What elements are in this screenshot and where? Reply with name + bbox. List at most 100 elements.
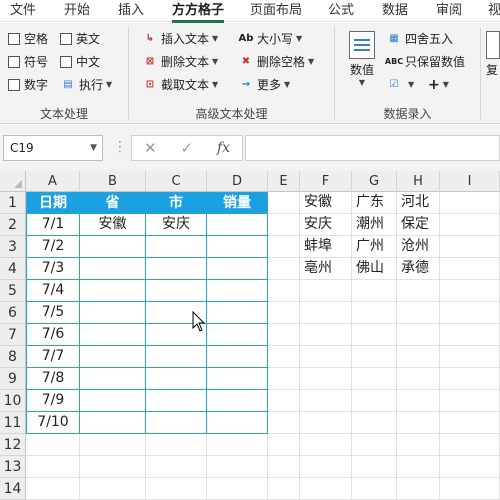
cell-i6[interactable]	[440, 302, 500, 324]
tab-page-layout[interactable]: 页面布局	[250, 0, 302, 22]
cell-a8[interactable]: 7/7	[26, 346, 80, 368]
cell-h12[interactable]	[397, 434, 440, 456]
cell-f3[interactable]: 蚌埠	[300, 236, 352, 258]
cell-d5[interactable]	[207, 280, 268, 302]
extract-text-button[interactable]: ⊡ 截取文本 ▼	[142, 75, 218, 95]
cell-f12[interactable]	[300, 434, 352, 456]
cell-b12[interactable]	[80, 434, 146, 456]
column-header-f[interactable]: F	[300, 171, 352, 192]
tab-home[interactable]: 开始	[64, 0, 90, 22]
cell-b2[interactable]: 安徽	[80, 214, 146, 236]
cell-c10[interactable]	[146, 390, 207, 412]
cell-f6[interactable]	[300, 302, 352, 324]
cell-i7[interactable]	[440, 324, 500, 346]
cell-b10[interactable]	[80, 390, 146, 412]
cell-e13[interactable]	[268, 456, 300, 478]
column-header-e[interactable]: E	[268, 171, 300, 192]
cell-e1[interactable]	[268, 192, 300, 214]
cell-e2[interactable]	[268, 214, 300, 236]
tab-fangfang[interactable]: 方方格子	[172, 0, 225, 23]
cell-a12[interactable]	[26, 434, 80, 456]
cell-d13[interactable]	[207, 456, 268, 478]
cell-d12[interactable]	[207, 434, 268, 456]
cell-a4[interactable]: 7/3	[26, 258, 80, 280]
case-button[interactable]: Ab 大小写 ▼	[238, 29, 303, 49]
keep-value-button[interactable]: ABC 只保留数值	[385, 52, 465, 72]
cell-e9[interactable]	[268, 368, 300, 390]
cell-i11[interactable]	[440, 412, 500, 434]
column-header-i[interactable]: I	[440, 171, 500, 192]
table-header-d[interactable]: 销量	[207, 192, 268, 214]
cell-a10[interactable]: 7/9	[26, 390, 80, 412]
cell-d7[interactable]	[207, 324, 268, 346]
more-button[interactable]: → 更多 ▼	[238, 75, 290, 95]
column-header-g[interactable]: G	[352, 171, 397, 192]
cell-b3[interactable]	[80, 236, 146, 258]
cell-a7[interactable]: 7/6	[26, 324, 80, 346]
cell-a6[interactable]: 7/5	[26, 302, 80, 324]
cell-d14[interactable]	[207, 478, 268, 500]
cell-g6[interactable]	[352, 302, 397, 324]
cell-c2[interactable]: 安庆	[146, 214, 207, 236]
formula-input[interactable]	[245, 135, 500, 161]
cell-f1[interactable]: 安徽	[300, 192, 352, 214]
cell-e5[interactable]	[268, 280, 300, 302]
cell-e11[interactable]	[268, 412, 300, 434]
tab-formulas[interactable]: 公式	[328, 0, 354, 22]
select-all-button[interactable]	[0, 171, 26, 192]
cell-g12[interactable]	[352, 434, 397, 456]
tab-view[interactable]: 视	[488, 0, 500, 22]
cell-c8[interactable]	[146, 346, 207, 368]
cell-g9[interactable]	[352, 368, 397, 390]
cell-h6[interactable]	[397, 302, 440, 324]
checkbox-icon[interactable]	[8, 33, 20, 45]
cell-e7[interactable]	[268, 324, 300, 346]
cell-c12[interactable]	[146, 434, 207, 456]
cell-a3[interactable]: 7/2	[26, 236, 80, 258]
cell-g7[interactable]	[352, 324, 397, 346]
cell-f8[interactable]	[300, 346, 352, 368]
cancel-icon[interactable]: ✕	[144, 139, 157, 157]
checkbox-symbol[interactable]: 符号	[8, 52, 48, 72]
tab-file[interactable]: 文件	[10, 0, 36, 22]
cell-f14[interactable]	[300, 478, 352, 500]
insert-text-button[interactable]: ↳ 插入文本 ▼	[142, 29, 218, 49]
cell-e12[interactable]	[268, 434, 300, 456]
cell-d9[interactable]	[207, 368, 268, 390]
checklist-button[interactable]: ☑ ▼	[386, 75, 415, 95]
cell-b9[interactable]	[80, 368, 146, 390]
cell-c4[interactable]	[146, 258, 207, 280]
cell-h4[interactable]: 承德	[397, 258, 440, 280]
cell-h10[interactable]	[397, 390, 440, 412]
checkbox-icon[interactable]	[60, 56, 72, 68]
row-header-13[interactable]: 13	[0, 456, 26, 478]
row-header-2[interactable]: 2	[0, 214, 26, 236]
cell-b4[interactable]	[80, 258, 146, 280]
cell-b8[interactable]	[80, 346, 146, 368]
cell-h9[interactable]	[397, 368, 440, 390]
copy-button[interactable]: 复	[486, 31, 500, 78]
row-header-4[interactable]: 4	[0, 258, 26, 280]
table-header-b[interactable]: 省	[80, 192, 146, 214]
cell-f10[interactable]	[300, 390, 352, 412]
row-header-5[interactable]: 5	[0, 280, 26, 302]
table-header-c[interactable]: 市	[146, 192, 207, 214]
cell-i3[interactable]	[440, 236, 500, 258]
column-header-d[interactable]: D	[207, 171, 268, 192]
cell-e3[interactable]	[268, 236, 300, 258]
value-button[interactable]: 数值 ▼	[342, 31, 382, 87]
cell-f13[interactable]	[300, 456, 352, 478]
cell-d8[interactable]	[207, 346, 268, 368]
column-header-c[interactable]: C	[146, 171, 207, 192]
column-header-a[interactable]: A	[26, 171, 80, 192]
insert-function-icon[interactable]: fx	[217, 140, 230, 156]
cell-i2[interactable]	[440, 214, 500, 236]
cell-d2[interactable]	[207, 214, 268, 236]
cell-i14[interactable]	[440, 478, 500, 500]
cell-a13[interactable]	[26, 456, 80, 478]
tab-review[interactable]: 审阅	[436, 0, 462, 22]
delete-space-button[interactable]: ✖ 删除空格 ▼	[238, 52, 314, 72]
row-header-11[interactable]: 11	[0, 412, 26, 434]
plus-button[interactable]: + ▼	[428, 75, 449, 95]
cell-g2[interactable]: 潮州	[352, 214, 397, 236]
